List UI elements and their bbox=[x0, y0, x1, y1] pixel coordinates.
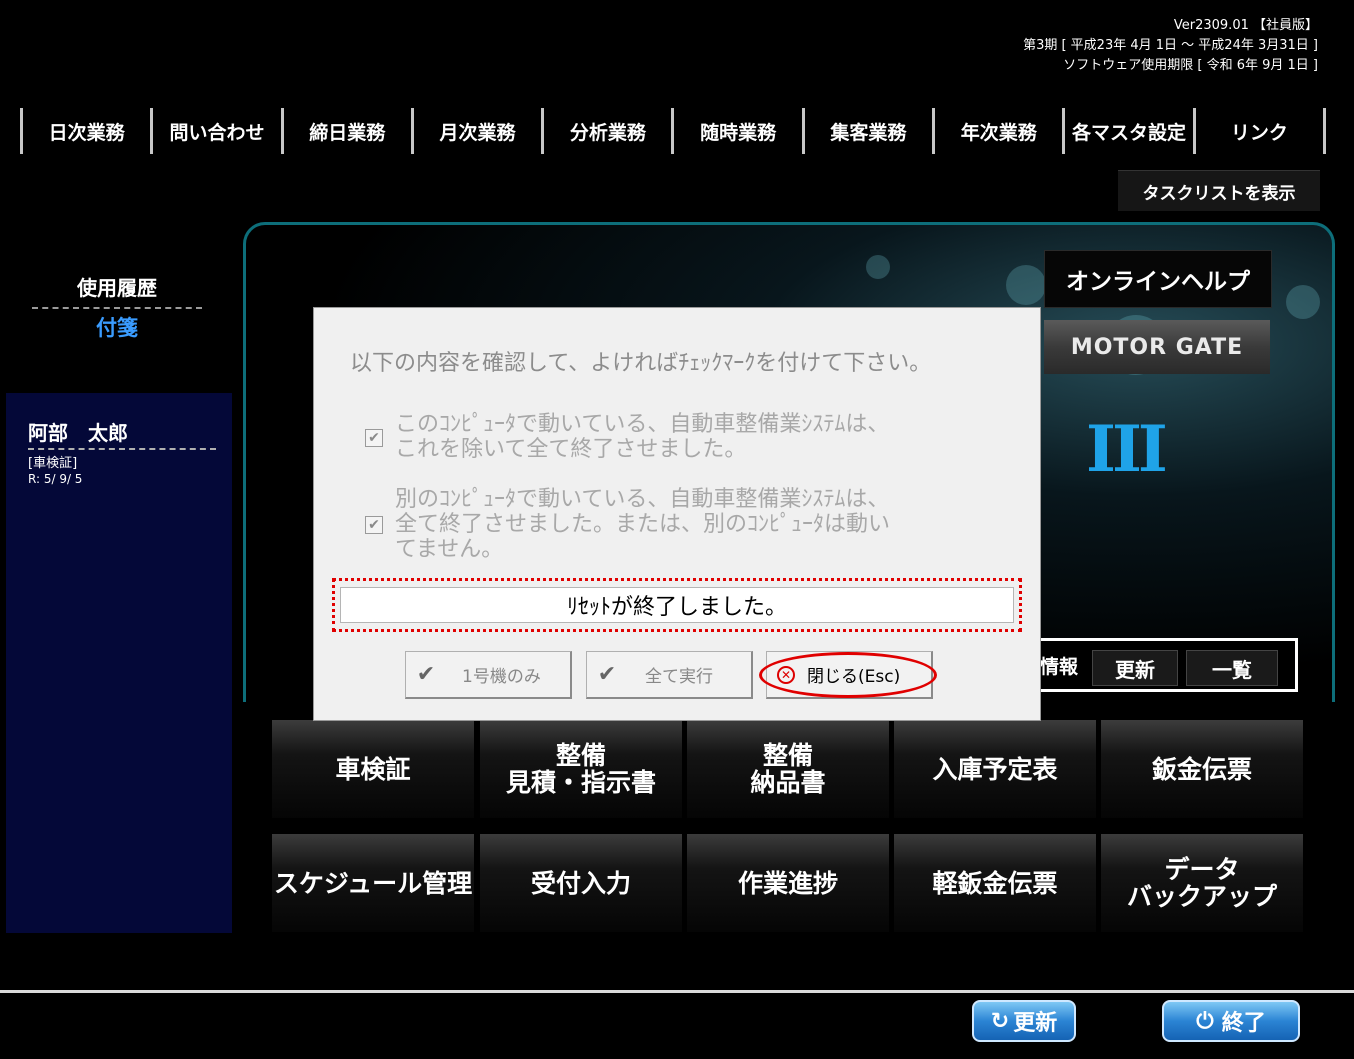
bokeh-decoration bbox=[1286, 285, 1320, 319]
refresh-label: 更新 bbox=[1013, 1011, 1058, 1036]
check-icon: ✔ bbox=[368, 517, 380, 533]
check2-checkbox[interactable]: ✔ bbox=[365, 516, 383, 534]
check1-checkbox[interactable]: ✔ bbox=[365, 429, 383, 447]
menu-marketing[interactable]: 集客業務 bbox=[801, 108, 932, 154]
run-all-button[interactable]: ✔ 全て実行 bbox=[586, 651, 753, 699]
dialog-message: 以下の内容を確認して、よければﾁｪｯｸﾏｰｸを付けて下さい。 bbox=[350, 351, 932, 376]
header-info: Ver2309.01 【社員版】 第3期 [ 平成23年 4月 1日 ～ 平成2… bbox=[1023, 16, 1318, 76]
license-text: ソフトウェア使用期限 [ 令和 6年 9月 1日 ] bbox=[1063, 58, 1318, 73]
grid-progress-button[interactable]: 作業進捗 bbox=[687, 834, 889, 932]
menu-yearly[interactable]: 年次業務 bbox=[932, 108, 1062, 154]
history-date: R: 5/ 9/ 5 bbox=[28, 472, 83, 486]
menu-master-settings[interactable]: 各マスタ設定 bbox=[1062, 108, 1192, 154]
menu-closing[interactable]: 締日業務 bbox=[280, 108, 411, 154]
task-list-button[interactable]: タスクリストを表示 bbox=[1118, 170, 1320, 211]
fusen-link[interactable]: 付箋 bbox=[32, 312, 202, 342]
exit-label: 終了 bbox=[1221, 1011, 1266, 1036]
grid-bodywork-slip-button[interactable]: 鈑金伝票 bbox=[1101, 720, 1303, 818]
version-text: Ver2309.01 【社員版】 bbox=[1173, 18, 1318, 33]
product-logo-numeral: III bbox=[1086, 412, 1168, 487]
run-all-label: 全て実行 bbox=[645, 667, 713, 687]
online-help-button[interactable]: オンラインヘルプ bbox=[1044, 250, 1272, 308]
exit-button[interactable]: ⏻ 終了 bbox=[1162, 1000, 1300, 1042]
menu-adhoc[interactable]: 随時業務 bbox=[671, 108, 801, 154]
grid-invoice-button[interactable]: 整備 納品書 bbox=[687, 720, 889, 818]
refresh-button[interactable]: ↻ 更新 bbox=[972, 1000, 1076, 1042]
history-doc-type: [車検証] bbox=[28, 456, 78, 471]
history-user-name[interactable]: 阿部 太郎 bbox=[28, 417, 216, 450]
grid-reception-button[interactable]: 受付入力 bbox=[480, 834, 682, 932]
power-icon: ⏻ bbox=[1196, 1008, 1214, 1034]
motor-gate-button[interactable]: MOTOR GATE bbox=[1044, 320, 1270, 374]
bottom-divider bbox=[0, 990, 1354, 993]
grid-shaken-button[interactable]: 車検証 bbox=[272, 720, 474, 818]
refresh-icon: ↻ bbox=[990, 1008, 1010, 1034]
status-field: ﾘｾｯﾄが終了しました。 bbox=[340, 587, 1014, 623]
period-text: 第3期 [ 平成23年 4月 1日 ～ 平成24年 3月31日 ] bbox=[1023, 38, 1318, 53]
close-highlight-oval bbox=[759, 652, 937, 698]
check1-label: このｺﾝﾋﾟｭｰﾀで動いている、自動車整備業ｼｽﾃﾑは、 これを除いて全て終了さ… bbox=[395, 412, 890, 462]
menu-monthly[interactable]: 月次業務 bbox=[410, 108, 541, 154]
info-update-button[interactable]: 更新 bbox=[1092, 650, 1178, 686]
menu-daily[interactable]: 日次業務 bbox=[20, 108, 150, 154]
check-icon: ✔ bbox=[416, 662, 436, 687]
history-title[interactable]: 使用履歴 bbox=[32, 272, 202, 309]
check-icon: ✔ bbox=[597, 662, 617, 687]
unit1-only-button[interactable]: ✔ 1号機のみ bbox=[405, 651, 572, 699]
grid-schedule-mgmt-button[interactable]: スケジュール管理 bbox=[272, 834, 474, 932]
info-label: 情報 bbox=[1040, 656, 1079, 678]
check-icon: ✔ bbox=[368, 430, 380, 446]
top-menu: 日次業務 問い合わせ 締日業務 月次業務 分析業務 随時業務 集客業務 年次業務… bbox=[20, 108, 1326, 154]
check2-label: 別のｺﾝﾋﾟｭｰﾀで動いている、自動車整備業ｼｽﾃﾑは、 全て終了させました。ま… bbox=[395, 487, 891, 562]
grid-estimate-button[interactable]: 整備 見積・指示書 bbox=[480, 720, 682, 818]
menu-inquiry[interactable]: 問い合わせ bbox=[150, 108, 280, 154]
grid-backup-button[interactable]: データ バックアップ bbox=[1101, 834, 1303, 932]
bokeh-decoration bbox=[866, 255, 890, 279]
grid-light-bodywork-button[interactable]: 軽鈑金伝票 bbox=[894, 834, 1096, 932]
grid-schedule-table-button[interactable]: 入庫予定表 bbox=[894, 720, 1096, 818]
info-list-button[interactable]: 一覧 bbox=[1186, 650, 1278, 686]
unit1-only-label: 1号機のみ bbox=[462, 667, 541, 687]
menu-link[interactable]: リンク bbox=[1192, 108, 1326, 154]
bokeh-decoration bbox=[1006, 265, 1046, 305]
menu-analysis[interactable]: 分析業務 bbox=[541, 108, 671, 154]
